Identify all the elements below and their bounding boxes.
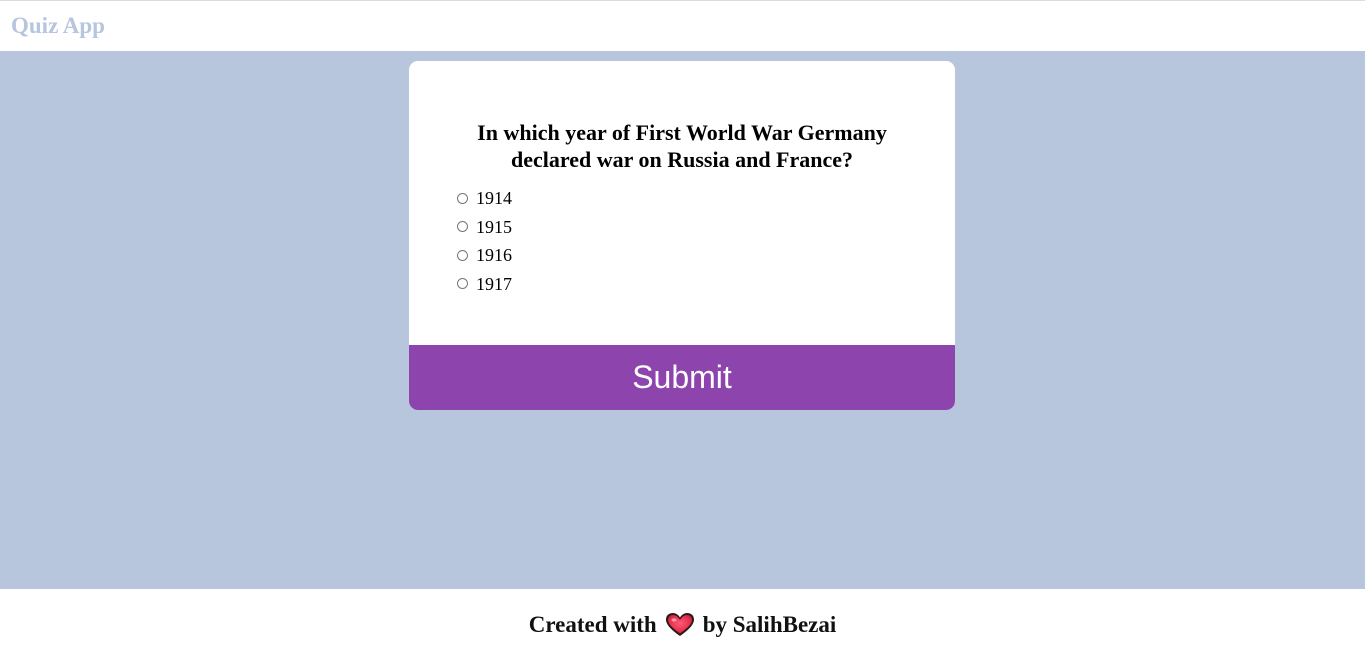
heart-icon (665, 613, 694, 636)
answer-option[interactable]: 1914 (457, 184, 512, 213)
app-title: Quiz App (11, 13, 105, 38)
footer-suffix: by SalihBezai (702, 612, 837, 637)
app-header: Quiz App (0, 1, 1365, 51)
footer-prefix: Created with (528, 612, 657, 637)
footer-credit: Created with by SalihBezai (529, 611, 837, 639)
radio-button[interactable] (457, 278, 468, 290)
radio-button[interactable] (457, 192, 468, 204)
footer: Created with by SalihBezai (0, 589, 1365, 657)
submit-button[interactable]: Submit (409, 345, 955, 410)
radio-button[interactable] (457, 221, 468, 233)
answer-option[interactable]: 1915 (457, 213, 512, 242)
question-text: In which year of First World War Germany… (477, 120, 887, 172)
answer-option[interactable]: 1917 (457, 270, 512, 299)
main-area: In which year of First World War Germany… (0, 51, 1365, 589)
answer-option[interactable]: 1916 (457, 241, 512, 270)
answer-label[interactable]: 1916 (476, 245, 512, 265)
quiz-card: In which year of First World War Germany… (409, 61, 955, 410)
answer-label[interactable]: 1915 (476, 217, 512, 237)
radio-button[interactable] (457, 249, 468, 261)
answer-list: 1914 1915 1916 1917 (457, 184, 512, 298)
answer-label[interactable]: 1917 (476, 274, 512, 294)
answer-label[interactable]: 1914 (476, 188, 512, 208)
